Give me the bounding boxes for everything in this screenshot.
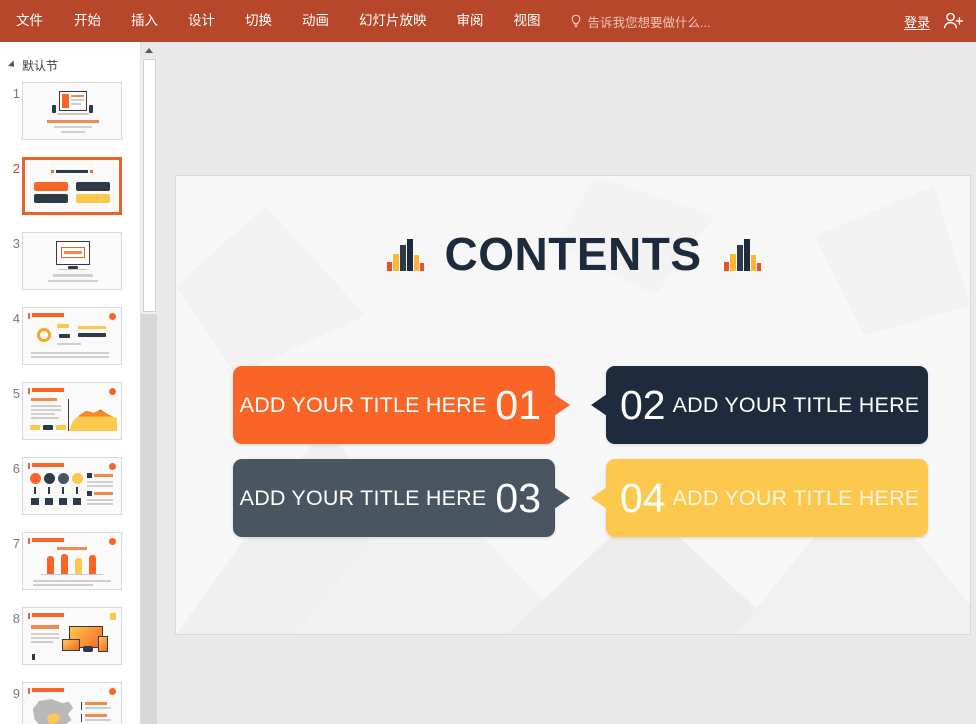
thumbnail-preview-selected[interactable] [22, 157, 122, 215]
scroll-up-icon[interactable] [141, 42, 157, 58]
bar-chart-ornament-left-icon [385, 237, 425, 271]
tab-animations[interactable]: 动画 [287, 0, 344, 42]
thumbnail-number: 4 [12, 311, 20, 326]
thumbnail-number: 8 [12, 611, 20, 626]
contents-row-2: ADD YOUR TITLE HERE 03 04 ADD YOUR TITLE… [176, 459, 970, 552]
mini-slide-art [23, 533, 121, 589]
thumbnail-preview[interactable] [22, 532, 122, 590]
thumbnail-number: 7 [12, 536, 20, 551]
mini-slide-art [23, 83, 121, 139]
thumbnail-preview[interactable] [22, 82, 122, 140]
thumbnail-number: 5 [12, 386, 20, 401]
account-add-icon[interactable] [940, 11, 970, 31]
thumbnail-item-4[interactable]: 4 [0, 305, 140, 377]
tab-home[interactable]: 开始 [59, 0, 116, 42]
contents-item-01[interactable]: ADD YOUR TITLE HERE 01 [233, 366, 570, 444]
thumbnail-item-5[interactable]: 5 [0, 380, 140, 452]
contents-item-02[interactable]: 02 ADD YOUR TITLE HERE [591, 366, 928, 444]
thumbnail-preview[interactable] [22, 307, 122, 365]
thumbnail-preview[interactable] [22, 382, 122, 440]
contents-item-label: ADD YOUR TITLE HERE [672, 392, 920, 417]
mini-slide-art [23, 458, 121, 514]
contents-item-number: 03 [495, 474, 541, 521]
scrollbar-track[interactable] [141, 314, 158, 724]
ribbon-bar: 文件 开始 插入 设计 切换 动画 幻灯片放映 审阅 视图 告诉我您想要做什么.… [0, 0, 976, 42]
tab-review[interactable]: 审阅 [442, 0, 499, 42]
thumbnail-preview[interactable] [22, 232, 122, 290]
section-collapse-icon[interactable] [7, 60, 18, 70]
contents-item-04[interactable]: 04 ADD YOUR TITLE HERE [591, 459, 928, 537]
lightbulb-icon [570, 14, 582, 28]
arrow-tail-right-icon [554, 487, 570, 509]
thumbnail-preview[interactable] [22, 682, 122, 724]
contents-item-number: 04 [620, 474, 666, 521]
ribbon-tab-list: 文件 开始 插入 设计 切换 动画 幻灯片放映 审阅 视图 [0, 0, 556, 42]
tab-transitions[interactable]: 切换 [230, 0, 287, 42]
thumbnail-item-8[interactable]: 8 [0, 605, 140, 677]
contents-item-number: 01 [495, 381, 541, 428]
thumbnail-item-2[interactable]: 2 [0, 155, 140, 227]
bar-chart-ornament-right-icon [722, 237, 762, 271]
scrollbar-thumb[interactable] [143, 59, 156, 312]
slide-thumbnail-pane[interactable]: 默认节 1 2 3 4 5 6 7 8 9 [0, 42, 140, 724]
section-label: 默认节 [22, 58, 59, 73]
thumbnail-preview[interactable] [22, 607, 122, 665]
mini-slide-art [23, 608, 121, 664]
tell-me-search-box[interactable]: 告诉我您想要做什么... [570, 0, 711, 42]
mini-slide-art [23, 683, 121, 724]
thumbnail-number: 6 [12, 461, 20, 476]
mini-slide-art [23, 233, 121, 289]
contents-item-03[interactable]: ADD YOUR TITLE HERE 03 [233, 459, 570, 537]
current-slide[interactable]: CONTENTS ADD YOUR TITLE HERE 01 02 ADD Y… [175, 175, 971, 635]
contents-item-label: ADD YOUR TITLE HERE [239, 485, 487, 510]
thumbnail-item-3[interactable]: 3 [0, 230, 140, 302]
tell-me-placeholder: 告诉我您想要做什么... [587, 15, 711, 30]
arrow-tail-left-icon [591, 487, 607, 509]
thumbnail-pane-scrollbar[interactable] [140, 42, 158, 724]
mini-slide-art [23, 308, 121, 364]
thumbnail-item-9[interactable]: 9 [0, 680, 140, 724]
page-title: CONTENTS [444, 228, 702, 280]
thumbnail-number: 9 [12, 686, 20, 701]
contents-item-label: ADD YOUR TITLE HERE [672, 485, 920, 510]
section-header[interactable]: 默认节 [0, 53, 140, 77]
slide-editing-area[interactable]: CONTENTS ADD YOUR TITLE HERE 01 02 ADD Y… [157, 42, 976, 724]
powerpoint-window: 文件 开始 插入 设计 切换 动画 幻灯片放映 审阅 视图 告诉我您想要做什么.… [0, 0, 976, 724]
tab-insert[interactable]: 插入 [116, 0, 173, 42]
tab-design[interactable]: 设计 [173, 0, 230, 42]
thumbnail-item-1[interactable]: 1 [0, 80, 140, 152]
thumbnail-number: 2 [12, 161, 20, 176]
thumbnail-number: 3 [12, 236, 20, 251]
ribbon-right-group: 登录 [894, 0, 976, 42]
mini-slide-art [25, 160, 119, 212]
arrow-tail-right-icon [554, 394, 570, 416]
tab-file[interactable]: 文件 [0, 0, 59, 42]
contents-item-label: ADD YOUR TITLE HERE [239, 392, 487, 417]
mini-slide-art [23, 383, 121, 439]
contents-item-number: 02 [620, 381, 666, 428]
thumbnail-item-7[interactable]: 7 [0, 530, 140, 602]
contents-item-grid: ADD YOUR TITLE HERE 01 02 ADD YOUR TITLE… [176, 366, 970, 552]
sign-in-button[interactable]: 登录 [894, 12, 940, 31]
slide-title-row: CONTENTS [176, 231, 970, 277]
tab-slideshow[interactable]: 幻灯片放映 [344, 0, 442, 42]
contents-row-1: ADD YOUR TITLE HERE 01 02 ADD YOUR TITLE… [176, 366, 970, 459]
thumbnail-preview[interactable] [22, 457, 122, 515]
thumbnail-item-6[interactable]: 6 [0, 455, 140, 527]
arrow-tail-left-icon [591, 394, 607, 416]
thumbnail-number: 1 [12, 86, 20, 101]
tab-view[interactable]: 视图 [499, 0, 556, 42]
